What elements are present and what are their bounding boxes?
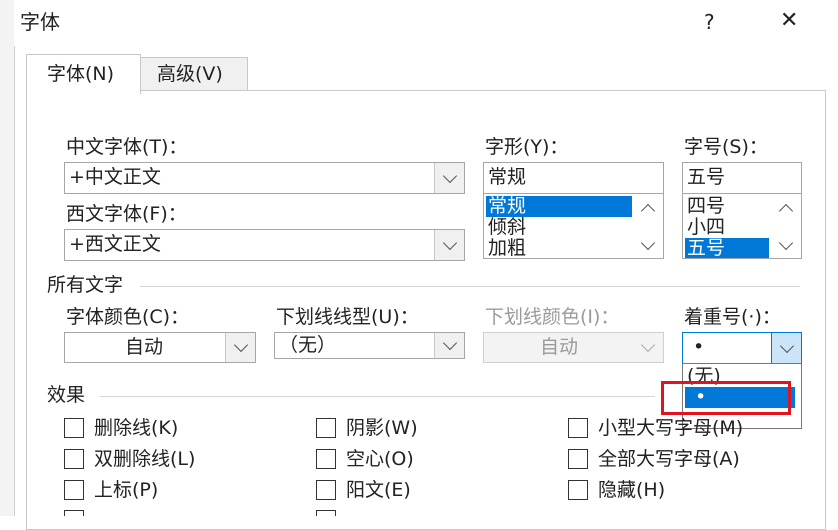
small-caps-checkbox[interactable]	[568, 418, 588, 438]
chevron-down-icon[interactable]	[434, 163, 464, 193]
all-caps-label[interactable]: 全部大写字母(A)	[598, 448, 740, 470]
emphasis-combo[interactable]: •	[682, 332, 802, 364]
font-color-value: 自动	[125, 336, 164, 358]
background-app-strip	[0, 0, 15, 516]
font-style-label: 字形(Y)：	[485, 136, 569, 158]
chevron-down-icon[interactable]	[771, 333, 801, 363]
scroll-down-icon[interactable]	[771, 234, 801, 256]
font-style-option[interactable]: 常规	[486, 196, 632, 217]
outline-label[interactable]: 空心(O)	[346, 448, 414, 470]
strikethrough-label[interactable]: 删除线(K)	[94, 417, 178, 439]
emphasis-value: •	[693, 336, 705, 358]
chevron-down-icon[interactable]	[434, 333, 464, 358]
western-font-label: 西文字体(F)：	[66, 203, 187, 225]
emboss-label[interactable]: 阳文(E)	[346, 479, 411, 501]
font-color-label: 字体颜色(C)：	[66, 306, 190, 328]
underline-style-value: （无）	[279, 334, 337, 356]
hidden-label[interactable]: 隐藏(H)	[598, 479, 665, 501]
section-divider	[100, 396, 655, 397]
chinese-font-value: +中文正文	[69, 166, 161, 188]
all-caps-checkbox[interactable]	[568, 449, 588, 469]
superscript-checkbox[interactable]	[64, 480, 84, 500]
emboss-checkbox[interactable]	[316, 480, 336, 500]
font-size-list[interactable]: 四号 小四 五号	[682, 193, 802, 259]
double-strikethrough-label[interactable]: 双删除线(L)	[94, 448, 195, 470]
shadow-checkbox[interactable]	[316, 418, 336, 438]
chevron-down-icon	[633, 333, 663, 362]
font-size-option[interactable]: 五号	[685, 238, 769, 258]
font-style-scrollbar[interactable]	[633, 194, 663, 258]
scroll-up-icon[interactable]	[633, 198, 663, 220]
underline-color-label: 下划线颜色(I)：	[485, 306, 620, 328]
subscript-checkbox[interactable]	[64, 510, 84, 516]
underline-color-combo: 自动	[483, 332, 664, 363]
western-font-value: +西文正文	[69, 233, 161, 255]
font-color-combo[interactable]: 自动	[64, 332, 256, 363]
font-size-option[interactable]: 四号	[685, 196, 769, 217]
dialog-title: 字体	[20, 10, 60, 34]
double-strikethrough-checkbox[interactable]	[64, 449, 84, 469]
hidden-checkbox[interactable]	[568, 480, 588, 500]
tab-advanced-label: 高级(V)	[157, 63, 223, 85]
tab-advanced[interactable]: 高级(V)	[140, 57, 248, 90]
section-divider	[140, 286, 800, 287]
chinese-font-combo[interactable]: +中文正文	[64, 162, 465, 194]
font-size-scrollbar[interactable]	[771, 194, 801, 258]
help-button[interactable]: ?	[704, 11, 715, 33]
chinese-font-label: 中文字体(T)：	[66, 136, 188, 158]
font-size-input[interactable]: 五号	[682, 162, 802, 194]
scroll-down-icon[interactable]	[633, 234, 663, 256]
tab-font[interactable]: 字体(N)	[26, 54, 141, 94]
font-style-value: 常规	[488, 166, 527, 188]
close-button[interactable]: ✕	[780, 10, 798, 32]
font-size-option[interactable]: 小四	[685, 217, 769, 238]
font-size-label: 字号(S)：	[684, 136, 768, 158]
western-font-combo[interactable]: +西文正文	[64, 229, 465, 261]
underline-color-value: 自动	[540, 336, 579, 358]
underline-style-label: 下划线线型(U)：	[276, 306, 419, 328]
small-caps-label[interactable]: 小型大写字母(M)	[598, 417, 743, 439]
font-style-list[interactable]: 常规 倾斜 加粗	[483, 193, 664, 259]
engrave-checkbox[interactable]	[316, 510, 336, 516]
highlight-box	[661, 381, 791, 415]
font-style-input[interactable]: 常规	[483, 162, 664, 194]
scroll-up-icon[interactable]	[771, 198, 801, 220]
outline-checkbox[interactable]	[316, 449, 336, 469]
strikethrough-checkbox[interactable]	[64, 418, 84, 438]
superscript-label[interactable]: 上标(P)	[94, 479, 158, 501]
emphasis-label: 着重号(·)：	[684, 306, 781, 328]
chevron-down-icon[interactable]	[225, 333, 255, 362]
chevron-down-icon[interactable]	[434, 230, 464, 260]
font-style-option[interactable]: 加粗	[486, 238, 632, 259]
all-text-heading: 所有文字	[47, 274, 124, 296]
tab-font-label: 字体(N)	[47, 63, 115, 85]
font-size-value: 五号	[687, 166, 726, 188]
effects-heading: 效果	[47, 384, 86, 406]
underline-style-combo[interactable]: （无）	[274, 332, 465, 359]
shadow-label[interactable]: 阴影(W)	[346, 417, 418, 439]
font-style-option[interactable]: 倾斜	[486, 217, 632, 238]
